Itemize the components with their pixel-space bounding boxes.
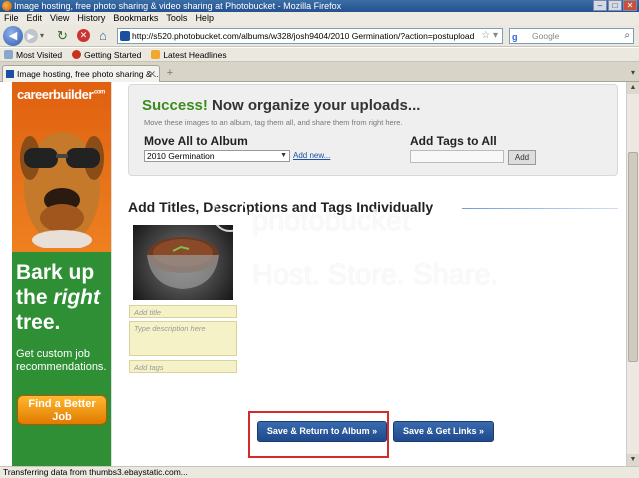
history-dropdown-icon[interactable]: ▾	[40, 31, 44, 40]
menu-history[interactable]: History	[77, 12, 105, 25]
scroll-thumb[interactable]	[628, 152, 638, 362]
url-text: http://s520.photobucket.com/albums/w328/…	[132, 31, 475, 41]
search-icon[interactable]: ⌕	[624, 29, 630, 43]
highlight-box	[248, 411, 389, 458]
careerbuilder-ad[interactable]: careerbuilder.com Bark up the right tree…	[12, 82, 112, 466]
scroll-up-icon[interactable]: ▲	[627, 82, 639, 94]
album-selected-value: 2010 Germination	[147, 151, 215, 161]
photo-description-input[interactable]: Type description here	[129, 321, 237, 356]
reload-icon[interactable]: ↻	[57, 29, 68, 43]
vertical-scrollbar[interactable]: ▲ ▼	[626, 82, 639, 466]
menu-edit[interactable]: Edit	[27, 12, 43, 25]
menu-bookmarks[interactable]: Bookmarks	[113, 12, 158, 25]
add-tags-label: Add Tags to All	[410, 134, 497, 148]
individual-section-title: Add Titles, Descriptions and Tags Indivi…	[128, 199, 434, 215]
menu-bar: File Edit View History Bookmarks Tools H…	[0, 12, 639, 25]
uploaded-photo-thumbnail[interactable]	[133, 225, 233, 300]
home-icon[interactable]: ⌂	[99, 28, 107, 43]
stop-icon[interactable]: ✕	[77, 29, 90, 42]
rss-feed-icon	[151, 50, 161, 59]
search-placeholder: Google	[532, 31, 560, 41]
search-input[interactable]: g Google ⌕	[509, 28, 634, 44]
success-panel: Success! Now organize your uploads... Mo…	[128, 84, 618, 176]
new-tab-icon[interactable]: +	[163, 67, 177, 80]
photo-tags-input[interactable]: Add tags	[129, 360, 237, 373]
getting-started-icon	[72, 50, 82, 59]
back-button[interactable]: ◀	[3, 26, 23, 46]
bookmark-label: Getting Started	[84, 49, 142, 60]
page-content: careerbuilder.com Bark up the right tree…	[0, 82, 626, 466]
google-icon[interactable]: g	[512, 30, 518, 44]
ad-bottom-panel: Bark up the right tree. Get custom job r…	[12, 252, 111, 466]
add-tags-button[interactable]: Add	[508, 150, 536, 165]
url-bar[interactable]: http://s520.photobucket.com/albums/w328/…	[117, 28, 503, 44]
window-controls: – □ ✕	[593, 0, 637, 12]
menu-help[interactable]: Help	[195, 12, 214, 25]
site-favicon-icon	[120, 31, 130, 41]
tab-favicon-icon	[6, 70, 14, 78]
find-better-job-button[interactable]: Find a Better Job	[17, 395, 107, 425]
bookmarks-toolbar: Most Visited Getting Started Latest Head…	[0, 48, 639, 62]
save-and-get-links-button[interactable]: Save & Get Links »	[393, 421, 494, 442]
photo-title-input[interactable]: Add title	[129, 305, 237, 318]
menu-file[interactable]: File	[4, 12, 19, 25]
forward-button[interactable]: ▶	[24, 29, 38, 43]
menu-view[interactable]: View	[50, 12, 69, 25]
status-bar: Transferring data from thumbs3.ebaystati…	[0, 466, 639, 478]
dog-with-sunglasses-image	[20, 132, 104, 248]
status-text: Transferring data from thumbs3.ebaystati…	[3, 467, 188, 477]
tab-photobucket[interactable]: Image hosting, free photo sharing & ... …	[2, 65, 160, 82]
maximize-icon[interactable]: □	[608, 0, 622, 11]
chevron-down-icon: ▼	[280, 152, 287, 159]
minimize-icon[interactable]: –	[593, 0, 607, 11]
window-titlebar: Image hosting, free photo sharing & vide…	[0, 0, 639, 12]
menu-tools[interactable]: Tools	[166, 12, 187, 25]
tab-close-icon[interactable]: ✕	[148, 66, 156, 82]
bookmark-most-visited[interactable]: Most Visited	[4, 48, 62, 61]
tab-label: Image hosting, free photo sharing & ...	[17, 69, 160, 79]
tags-input[interactable]	[410, 150, 504, 163]
navigation-toolbar: ◀ ▶ ▾ ↻ ✕ ⌂ http://s520.photobucket.com/…	[0, 25, 639, 47]
tab-strip: Image hosting, free photo sharing & ... …	[0, 62, 639, 82]
ad-subtext: Get custom job recommendations.	[16, 348, 107, 373]
ad-headline: Bark up the right tree.	[16, 261, 100, 334]
add-new-album-link[interactable]: Add new...	[293, 151, 330, 160]
careerbuilder-logo: careerbuilder.com	[17, 87, 105, 102]
close-icon[interactable]: ✕	[623, 0, 637, 11]
section-divider	[462, 208, 618, 209]
window-title: Image hosting, free photo sharing & vide…	[14, 1, 342, 11]
ad-top-panel: careerbuilder.com	[12, 82, 111, 252]
bookmark-label: Latest Headlines	[163, 49, 227, 60]
bookmark-getting-started[interactable]: Getting Started	[72, 48, 141, 61]
firefox-icon	[2, 1, 12, 11]
success-title: Success! Now organize your uploads...	[142, 97, 421, 114]
folder-icon	[4, 50, 13, 59]
scroll-down-icon[interactable]: ▼	[627, 454, 639, 466]
bookmark-latest-headlines[interactable]: Latest Headlines	[151, 48, 227, 61]
bookmark-star-icon[interactable]: ☆ ▾	[481, 29, 498, 43]
bookmark-label: Most Visited	[16, 49, 63, 60]
seedling-pot-image	[147, 237, 219, 289]
move-all-label: Move All to Album	[144, 134, 248, 148]
album-select[interactable]: 2010 Germination ▼	[144, 150, 290, 162]
success-description: Move these images to an album, tag them …	[144, 118, 403, 127]
tab-list-icon[interactable]: ▾	[631, 68, 635, 77]
